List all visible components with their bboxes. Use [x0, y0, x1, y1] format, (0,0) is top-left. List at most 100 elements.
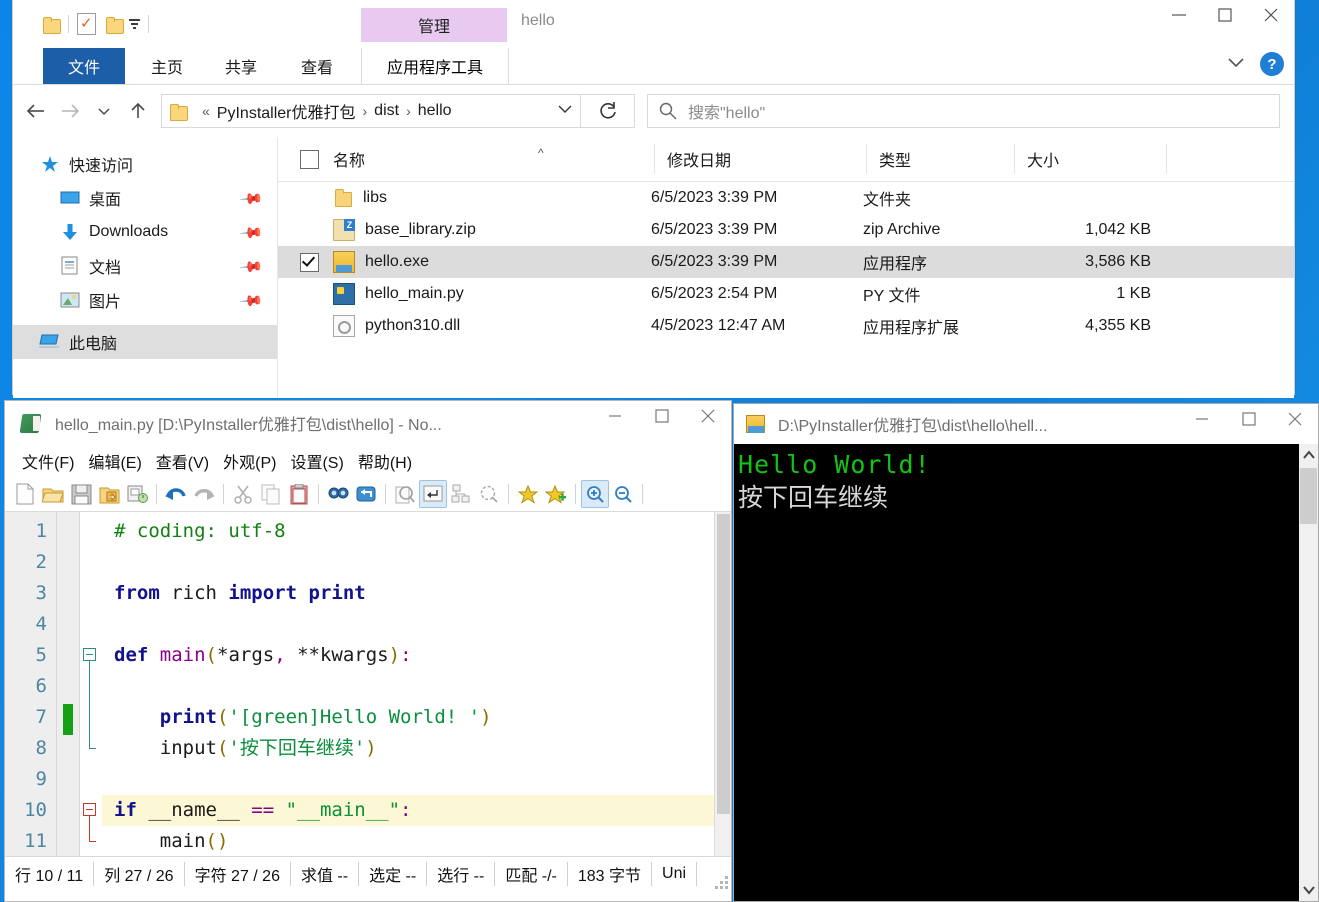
code-line[interactable]: print('[green]Hello World! ')	[102, 702, 731, 733]
column-header-type[interactable]: 类型	[867, 144, 1015, 174]
menu-item-4[interactable]: 设置(S)	[283, 449, 350, 473]
console-output[interactable]: Hello World! 按下回车继续	[734, 444, 1318, 901]
code-line[interactable]	[102, 609, 731, 640]
zoom-in-icon[interactable]	[581, 480, 609, 508]
minimize-button[interactable]	[1180, 404, 1226, 434]
copy-icon[interactable]	[257, 480, 285, 508]
new-file-icon[interactable]	[11, 480, 39, 508]
scrollbar-thumb[interactable]	[717, 514, 730, 814]
replace-icon[interactable]	[352, 480, 380, 508]
scroll-down-icon[interactable]	[1299, 879, 1318, 901]
sidebar-item-documents[interactable]: 文档 📌	[13, 249, 277, 283]
code-line[interactable]: def main(*args, **kwargs):	[102, 640, 731, 671]
column-header-size[interactable]: 大小	[1015, 144, 1167, 174]
minimize-button[interactable]	[1156, 0, 1202, 30]
code-line[interactable]	[102, 671, 731, 702]
refresh-button[interactable]	[581, 94, 635, 128]
show-all-chars-icon[interactable]	[447, 480, 475, 508]
word-wrap-icon[interactable]	[419, 480, 447, 508]
menu-item-1[interactable]: 编辑(E)	[81, 449, 148, 473]
menu-item-3[interactable]: 外观(P)	[216, 449, 283, 473]
maximize-button[interactable]	[1202, 0, 1248, 30]
row-checkbox[interactable]	[300, 252, 319, 272]
tab-app-tools[interactable]: 应用程序工具	[361, 48, 509, 84]
sidebar-item-this-pc[interactable]: 此电脑	[13, 325, 277, 359]
bookmark-add-icon[interactable]	[542, 480, 570, 508]
forward-button[interactable]	[53, 94, 87, 128]
code-line[interactable]: main()	[102, 826, 731, 856]
resize-grip[interactable]	[715, 876, 728, 889]
close-button[interactable]	[1272, 404, 1318, 434]
maximize-button[interactable]	[1226, 404, 1272, 434]
open-folder-icon[interactable]	[39, 480, 67, 508]
menu-item-5[interactable]: 帮助(H)	[351, 449, 419, 473]
code-editor[interactable]: 1 2 3 4 5 6 7 8 9 10 11 # coding: utf-8 from rich …	[5, 512, 731, 856]
menu-item-0[interactable]: 文件(F)	[15, 449, 81, 473]
pin-icon[interactable]: 📌	[239, 288, 265, 314]
customize-caret-icon[interactable]	[129, 19, 140, 29]
scroll-up-icon[interactable]	[1299, 444, 1318, 466]
cut-icon[interactable]	[229, 480, 257, 508]
back-button[interactable]	[19, 94, 53, 128]
code-line[interactable]: # coding: utf-8	[102, 516, 731, 547]
sidebar-item-quick-access[interactable]: 快速访问	[13, 147, 277, 181]
code-area[interactable]: # coding: utf-8 from rich import print d…	[102, 512, 731, 856]
sidebar-item-downloads[interactable]: Downloads 📌	[13, 215, 277, 249]
zoom-out-icon[interactable]	[609, 480, 637, 508]
close-button[interactable]	[1248, 0, 1294, 30]
sidebar-item-pictures[interactable]: 图片 📌	[13, 283, 277, 317]
editor-vertical-scrollbar[interactable]	[714, 512, 731, 856]
console-vertical-scrollbar[interactable]	[1299, 444, 1318, 901]
table-row[interactable]: python310.dll 4/5/2023 12:47 AM 应用程序扩展 4,35…	[278, 310, 1294, 342]
save-all-icon[interactable]	[95, 480, 123, 508]
sync-scroll-icon[interactable]	[475, 480, 503, 508]
code-line[interactable]: if __name__ == "__main__":	[102, 795, 731, 826]
column-header-name[interactable]: 名称 ^	[333, 144, 655, 174]
properties-icon[interactable]: ✓	[77, 13, 96, 35]
breadcrumb-dropdown-icon[interactable]	[556, 102, 574, 120]
breadcrumb[interactable]: « PyInstaller优雅打包 › dist › hello	[161, 94, 581, 128]
close-button[interactable]	[685, 401, 731, 431]
table-row[interactable]: base_library.zip 6/5/2023 3:39 PM zip Arch…	[278, 214, 1294, 246]
recent-locations-button[interactable]	[87, 94, 121, 128]
save-icon[interactable]	[67, 480, 95, 508]
tab-share[interactable]: 共享	[213, 48, 269, 84]
minimize-button[interactable]	[593, 401, 639, 431]
fold-margin[interactable]	[80, 512, 102, 856]
breadcrumb-item-1[interactable]: dist	[374, 102, 399, 120]
pin-icon[interactable]: 📌	[239, 220, 265, 246]
code-line[interactable]: input('按下回车继续')	[102, 733, 731, 764]
contextual-tab-manage[interactable]: 管理	[361, 8, 507, 42]
code-line[interactable]: from rich import print	[102, 578, 731, 609]
maximize-button[interactable]	[639, 401, 685, 431]
code-line[interactable]	[102, 547, 731, 578]
bookmark-icon[interactable]	[514, 480, 542, 508]
search-input[interactable]: 搜索"hello"	[647, 94, 1280, 128]
column-header-date[interactable]: 修改日期	[655, 144, 867, 174]
tab-file[interactable]: 文件	[43, 48, 125, 84]
table-row[interactable]: libs 6/5/2023 3:39 PM 文件夹	[278, 182, 1294, 214]
paste-icon[interactable]	[285, 480, 313, 508]
tab-view[interactable]: 查看	[289, 48, 345, 84]
folder-icon[interactable]	[43, 16, 61, 34]
scrollbar-thumb[interactable]	[1300, 468, 1317, 524]
breadcrumb-item-2[interactable]: hello	[418, 102, 452, 120]
chevron-down-icon[interactable]	[1226, 55, 1246, 74]
new-folder-icon[interactable]	[106, 16, 124, 34]
select-all-checkbox[interactable]	[300, 149, 319, 169]
table-row[interactable]: hello_main.py 6/5/2023 2:54 PM PY 文件 1 KB	[278, 278, 1294, 310]
redo-icon[interactable]	[190, 480, 218, 508]
breadcrumb-item-0[interactable]: PyInstaller优雅打包	[217, 99, 356, 123]
bookmark-margin[interactable]	[57, 512, 80, 856]
undo-icon[interactable]	[162, 480, 190, 508]
help-icon[interactable]: ?	[1260, 52, 1284, 76]
find-icon[interactable]	[324, 480, 352, 508]
pin-icon[interactable]: 📌	[239, 186, 265, 212]
tab-home[interactable]: 主页	[139, 48, 195, 84]
pin-icon[interactable]: 📌	[239, 254, 265, 280]
table-row[interactable]: hello.exe 6/5/2023 3:39 PM 应用程序 3,586 KB	[278, 246, 1294, 278]
sidebar-item-desktop[interactable]: 桌面 📌	[13, 181, 277, 215]
zoom-find-icon[interactable]	[391, 480, 419, 508]
code-line[interactable]	[102, 764, 731, 795]
print-icon[interactable]	[123, 480, 151, 508]
